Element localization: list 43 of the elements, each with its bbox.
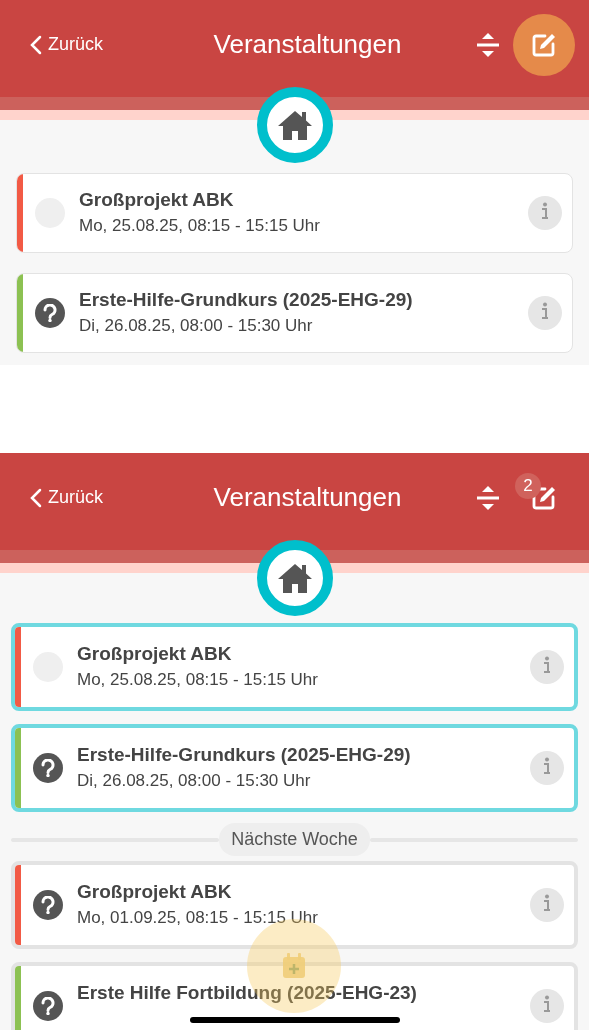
info-button[interactable] <box>530 989 564 1023</box>
event-date: Di, 26.08.25, 08:00 - 15:30 Uhr <box>77 771 312 791</box>
info-icon <box>543 757 551 775</box>
info-button[interactable] <box>530 888 564 922</box>
info-icon <box>543 656 551 674</box>
event-title: Erste Hilfe Fortbildung (2025-EHG-23) <box>77 982 418 1004</box>
event-date: Mo, 25.08.25, 08:15 - 15:15 Uhr <box>77 670 319 690</box>
edit-icon <box>531 484 557 511</box>
edit-icon <box>531 31 557 58</box>
event-title: Großprojekt ABK <box>79 189 235 211</box>
edit-button[interactable]: 2 <box>513 466 575 529</box>
info-button[interactable] <box>528 296 562 330</box>
back-button[interactable]: Zurück <box>30 34 160 55</box>
chevron-left-icon <box>30 487 42 508</box>
info-icon <box>541 202 549 220</box>
event-card[interactable]: Erste-Hilfe-Grundkurs (2025-EHG-29) Di, 26.08.25, 08:00 - 15:30 Uhr <box>11 724 578 812</box>
event-title: Erste-Hilfe-Grundkurs (2025-EHG-29) <box>77 744 412 766</box>
event-title: Großprojekt ABK <box>77 881 233 903</box>
event-title: Großprojekt ABK <box>77 643 233 665</box>
info-button[interactable] <box>528 196 562 230</box>
home-icon <box>276 562 313 594</box>
event-title: Erste-Hilfe-Grundkurs (2025-EHG-29) <box>79 289 414 311</box>
event-card[interactable]: Erste-Hilfe-Grundkurs (2025-EHG-29) Di, 26.08.25, 08:00 - 15:30 Uhr <box>16 273 573 353</box>
event-date: Mo, 25.08.25, 08:15 - 15:15 Uhr <box>79 216 321 236</box>
info-button[interactable] <box>530 751 564 785</box>
back-button[interactable]: Zurück <box>30 487 160 508</box>
info-button[interactable] <box>530 650 564 684</box>
calendar-plus-icon <box>281 952 307 980</box>
info-icon <box>543 995 551 1013</box>
section-label: Nächste Woche <box>219 823 370 856</box>
event-card[interactable]: Großprojekt ABK Mo, 25.08.25, 08:15 - 15:15 Uhr <box>11 623 578 711</box>
event-date: Di, 26.08.25, 08:00 - 15:30 Uhr <box>79 316 314 336</box>
info-icon <box>543 894 551 912</box>
event-date: Mo, 01.09.25, 08:15 - 15:15 Uhr <box>77 908 319 928</box>
chevron-left-icon <box>30 34 42 55</box>
event-card[interactable]: Großprojekt ABK Mo, 01.09.25, 08:15 - 15:15 Uhr <box>11 861 578 949</box>
page-title: Veranstaltungen <box>212 482 403 513</box>
home-icon <box>276 109 313 141</box>
event-card[interactable]: Erste Hilfe Fortbildung (2025-EHG-23) <box>11 962 578 1030</box>
page-title: Veranstaltungen <box>212 29 403 60</box>
count-badge: 2 <box>515 472 541 499</box>
event-card[interactable]: Großprojekt ABK Mo, 25.08.25, 08:15 - 15:15 Uhr <box>16 173 573 253</box>
info-icon <box>541 302 549 320</box>
